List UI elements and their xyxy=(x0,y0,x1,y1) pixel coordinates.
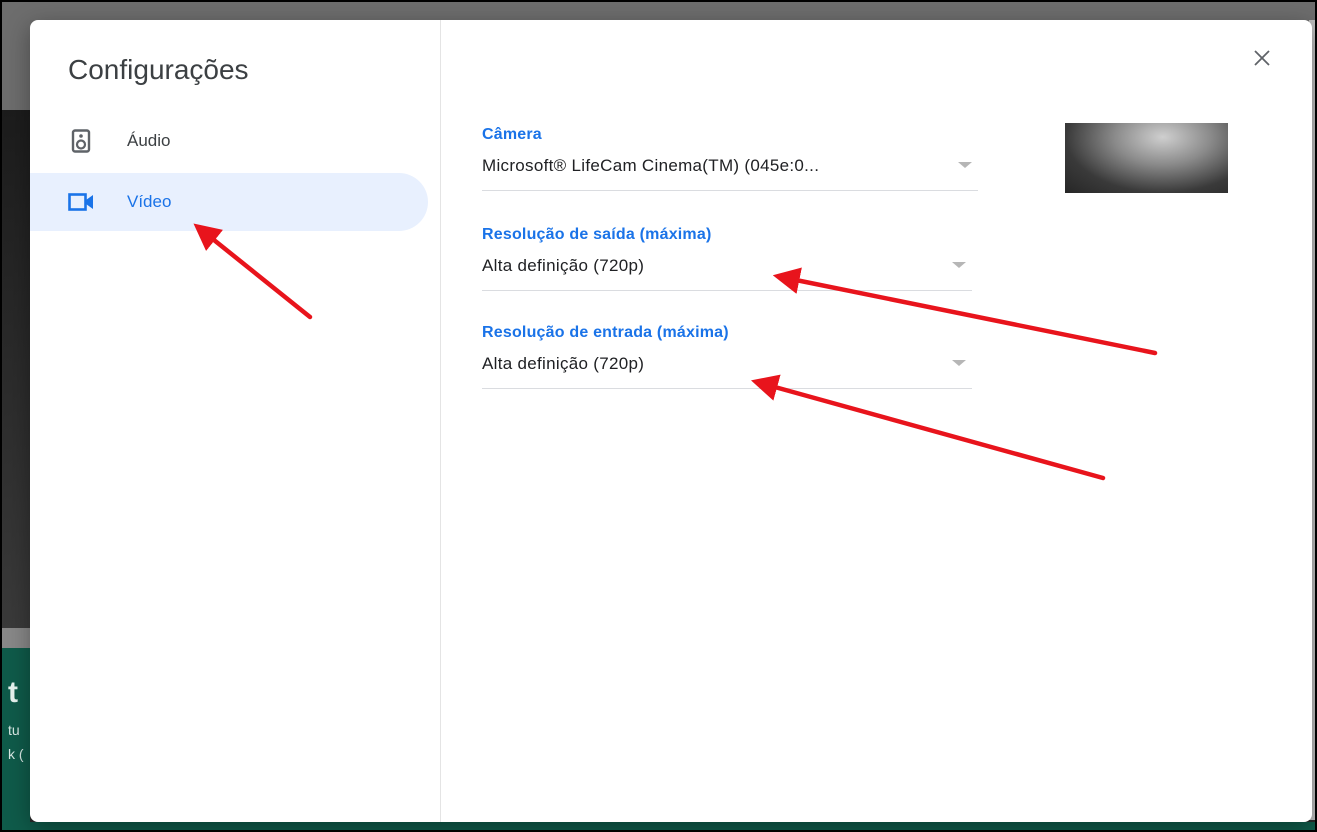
settings-dialog: Configurações Áudio Vídeo Câmera Microso… xyxy=(30,20,1312,822)
receive-resolution-value: Alta definição (720p) xyxy=(482,354,645,373)
background-text-fragment: k ( xyxy=(8,746,24,762)
sidebar-item-label: Vídeo xyxy=(127,192,172,211)
settings-sidebar: Configurações Áudio Vídeo xyxy=(30,20,441,822)
send-resolution-field: Resolução de saída (máxima) Alta definiç… xyxy=(482,226,972,291)
camera-select-value: Microsoft® LifeCam Cinema(TM) (045e:0... xyxy=(482,156,820,175)
receive-resolution-select[interactable]: Alta definição (720p) xyxy=(482,352,972,389)
background-text-fragment: tu xyxy=(8,722,20,738)
camera-field: Câmera Microsoft® LifeCam Cinema(TM) (04… xyxy=(482,126,978,191)
camera-label: Câmera xyxy=(482,126,542,143)
sidebar-item-audio[interactable]: Áudio xyxy=(30,112,428,170)
send-resolution-select[interactable]: Alta definição (720p) xyxy=(482,254,972,291)
send-resolution-label: Resolução de saída (máxima) xyxy=(482,226,712,243)
dropdown-arrow-icon xyxy=(958,162,972,168)
sidebar-item-label: Áudio xyxy=(127,131,171,150)
close-icon xyxy=(1253,49,1271,72)
dropdown-arrow-icon xyxy=(952,262,966,268)
speaker-icon xyxy=(68,128,94,154)
camera-preview xyxy=(1065,123,1228,193)
dropdown-arrow-icon xyxy=(952,360,966,366)
sidebar-item-video[interactable]: Vídeo xyxy=(30,173,428,231)
background-text-fragment: t xyxy=(8,676,18,709)
background-strip xyxy=(0,628,30,648)
background-video-tile xyxy=(0,110,30,630)
videocam-icon xyxy=(68,189,94,215)
dialog-title: Configurações xyxy=(68,54,249,85)
close-button[interactable] xyxy=(1248,46,1276,74)
background-bottom xyxy=(0,822,1317,832)
send-resolution-value: Alta definição (720p) xyxy=(482,256,645,275)
receive-resolution-field: Resolução de entrada (máxima) Alta defin… xyxy=(482,324,972,389)
camera-select[interactable]: Microsoft® LifeCam Cinema(TM) (045e:0... xyxy=(482,154,978,191)
receive-resolution-label: Resolução de entrada (máxima) xyxy=(482,324,729,341)
